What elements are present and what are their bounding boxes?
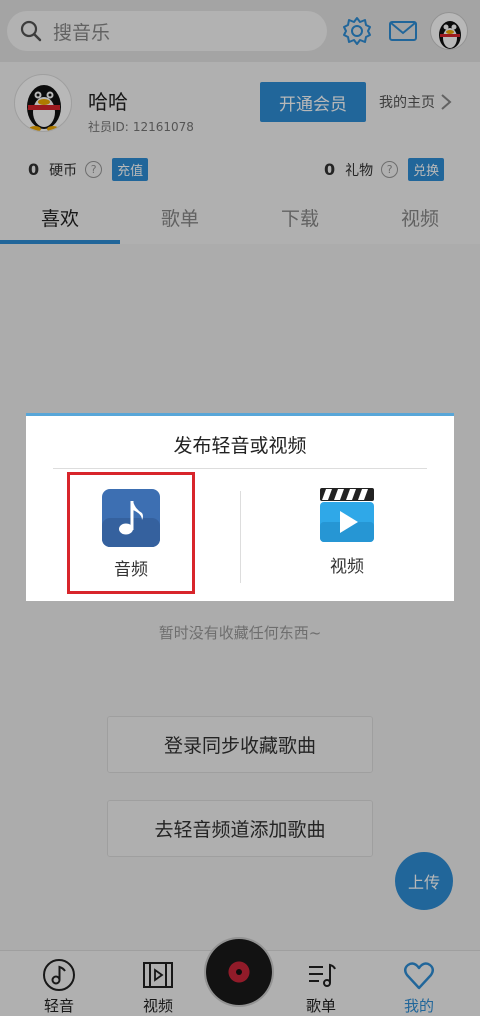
publish-dialog: 发布轻音或视频 音频 视频 <box>26 413 454 601</box>
video-label: 视频 <box>330 557 364 577</box>
video-play-icon <box>320 488 374 542</box>
dialog-divider <box>53 468 427 469</box>
dialog-title: 发布轻音或视频 <box>173 435 307 457</box>
dialog-vertical-divider <box>240 491 241 583</box>
video-option[interactable]: 视频 <box>283 472 411 594</box>
audio-label: 音频 <box>114 560 148 580</box>
music-note-icon <box>102 489 160 547</box>
audio-option[interactable]: 音频 <box>67 472 195 594</box>
